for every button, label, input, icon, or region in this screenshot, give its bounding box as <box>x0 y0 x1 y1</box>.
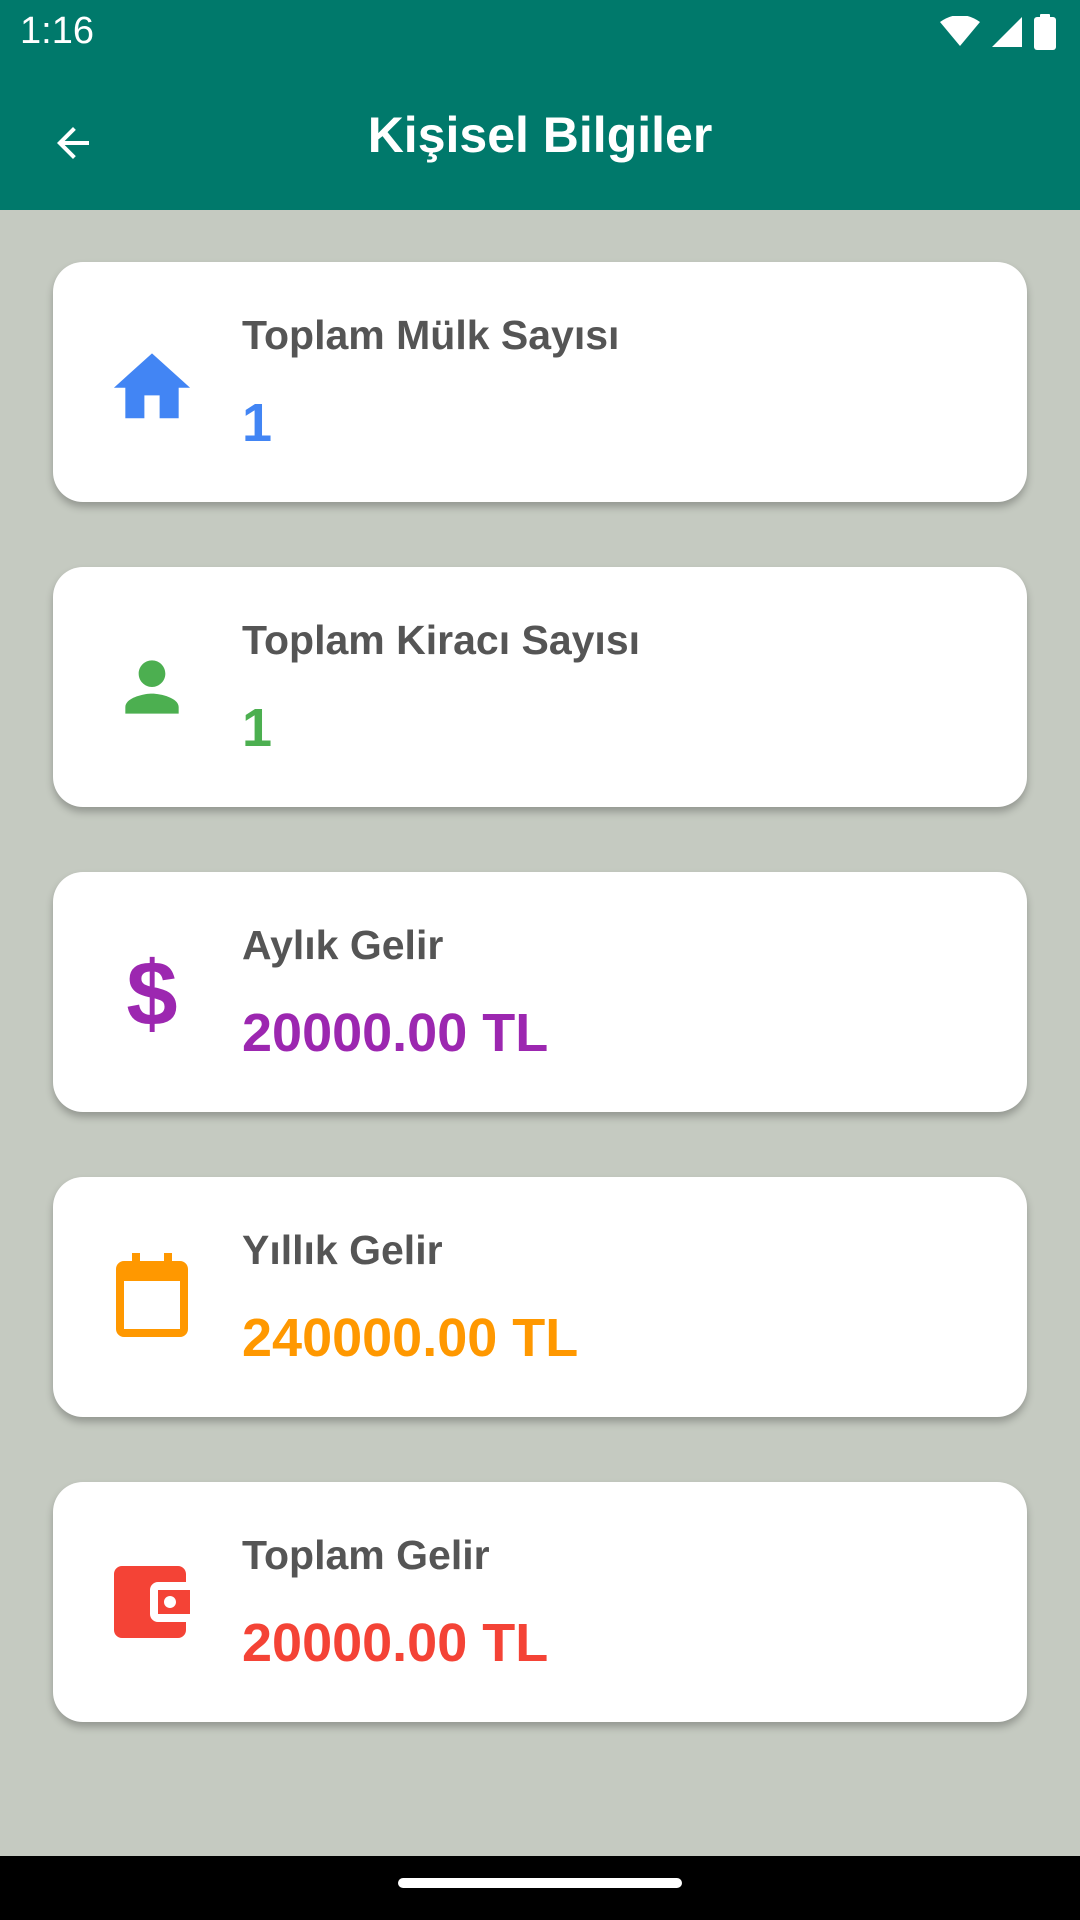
wifi-icon <box>940 16 980 46</box>
app-bar: Kişisel Bilgiler <box>0 64 1080 210</box>
card-label: Toplam Kiracı Sayısı <box>242 617 641 663</box>
card-value: 1 <box>242 393 273 453</box>
status-icons <box>940 12 1056 52</box>
battery-icon <box>1034 14 1056 50</box>
page-title: Kişisel Bilgiler <box>367 107 713 163</box>
status-bar: 1:16 <box>0 0 1080 64</box>
card-value: 20000.00 TL <box>242 1613 549 1673</box>
stats-list: Toplam Mülk Sayısı 1 Toplam Kiracı Sayıs… <box>0 210 1080 1856</box>
home-indicator[interactable] <box>398 1878 682 1888</box>
card-icon-wrapper <box>98 336 206 428</box>
card-label: Aylık Gelir <box>242 922 444 968</box>
card-property-count: Toplam Mülk Sayısı 1 <box>53 262 1027 502</box>
card-icon-wrapper <box>98 1251 206 1343</box>
card-label: Toplam Mülk Sayısı <box>242 312 620 358</box>
card-value: 20000.00 TL <box>242 1003 549 1063</box>
dollar-icon: $ <box>126 947 177 1037</box>
card-monthly-income: $ Aylık Gelir 20000.00 TL <box>53 872 1027 1112</box>
wallet-icon <box>114 1566 190 1638</box>
card-label: Yıllık Gelir <box>242 1227 443 1273</box>
card-total-income: Toplam Gelir 20000.00 TL <box>53 1482 1027 1722</box>
card-value: 1 <box>242 698 273 758</box>
person-icon <box>125 660 179 714</box>
svg-text:$: $ <box>126 947 177 1037</box>
card-value: 240000.00 TL <box>242 1308 579 1368</box>
card-icon-wrapper <box>98 641 206 733</box>
card-tenant-count: Toplam Kiracı Sayısı 1 <box>53 567 1027 807</box>
card-yearly-income: Yıllık Gelir 240000.00 TL <box>53 1177 1027 1417</box>
calendar-icon <box>116 1253 188 1337</box>
card-icon-wrapper: $ <box>98 946 206 1038</box>
home-icon <box>113 353 191 419</box>
card-icon-wrapper <box>98 1556 206 1648</box>
system-nav-bar <box>0 1856 1080 1920</box>
status-time: 1:16 <box>20 10 94 52</box>
signal-icon <box>992 17 1022 47</box>
card-label: Toplam Gelir <box>242 1532 490 1578</box>
